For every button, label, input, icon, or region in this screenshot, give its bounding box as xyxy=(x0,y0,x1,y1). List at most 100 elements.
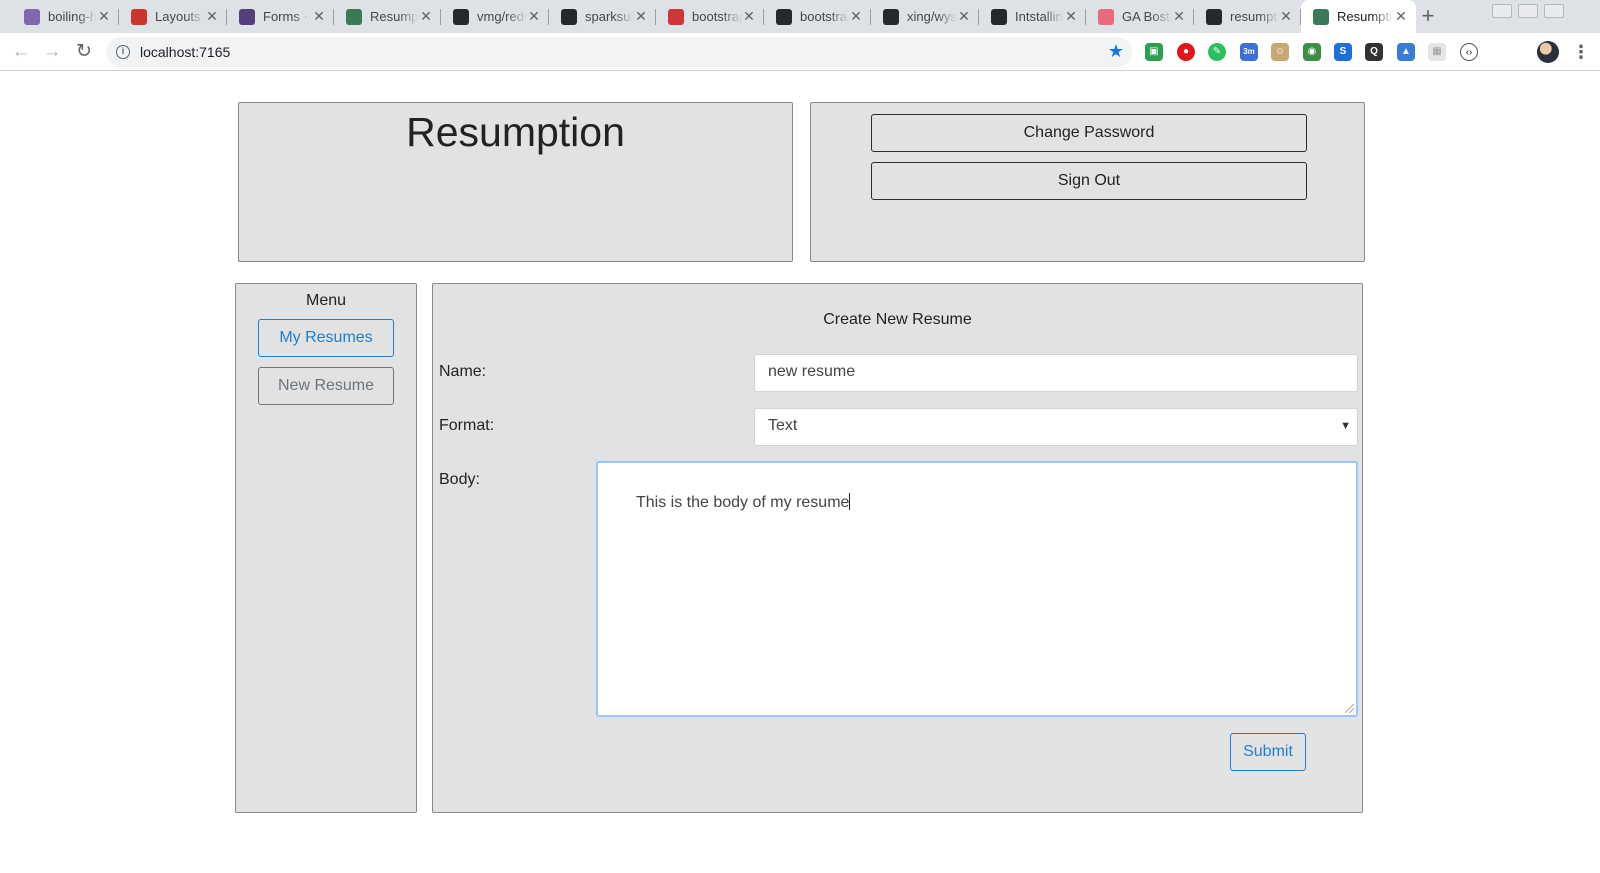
browser-tab-label: xing/wysihtml5 xyxy=(907,9,957,24)
body-label: Body: xyxy=(439,471,480,488)
new-resume-button[interactable]: New Resume xyxy=(258,367,394,405)
heroku-icon xyxy=(24,8,40,25)
browser-toolbar: ← → ↻ i localhost:7165 ★ ▣ ● ✎ 3m ☺ ◉ S … xyxy=(0,33,1600,71)
browser-tab[interactable]: bootstrap ✕ xyxy=(764,0,871,33)
form-title: Create New Resume xyxy=(823,311,972,328)
evernote-icon[interactable]: ✎ xyxy=(1208,43,1226,61)
browser-tab[interactable]: xing/wysihtml5✕ xyxy=(871,0,979,33)
adblock-icon[interactable]: ● xyxy=(1177,43,1195,61)
browser-tab[interactable]: Layouts ✕ xyxy=(119,0,227,33)
browser-tab-label: bootstrap xyxy=(800,9,849,24)
name-label: Name: xyxy=(439,363,487,380)
browser-tab-label: vmg/redcarpet xyxy=(477,9,527,24)
change-password-button[interactable]: Change Password xyxy=(871,114,1307,152)
bookmark-star-icon[interactable]: ★ xyxy=(1108,41,1124,62)
resume-body-textarea[interactable]: This is the body of my resume xyxy=(596,461,1358,717)
bootstrap-icon xyxy=(239,8,255,25)
npm-icon xyxy=(668,8,684,25)
extension-face-icon[interactable]: ☺ xyxy=(1271,43,1289,61)
minimize-window-button[interactable] xyxy=(1492,4,1512,18)
text-cursor xyxy=(849,493,851,510)
github-icon xyxy=(561,8,577,25)
browser-tab[interactable]: Resumption✕ xyxy=(334,0,441,33)
page-title: Resumption xyxy=(406,109,625,155)
ga-icon xyxy=(1098,8,1114,25)
sign-out-button[interactable]: Sign Out xyxy=(871,162,1307,200)
site-info-icon[interactable]: i xyxy=(116,45,130,59)
my-resumes-button[interactable]: My Resumes xyxy=(258,319,394,357)
extension-code-icon[interactable]: ‹› xyxy=(1460,43,1478,61)
forward-arrow-icon[interactable]: → xyxy=(40,40,64,64)
close-tab-icon[interactable]: ✕ xyxy=(419,8,433,25)
github-icon xyxy=(453,8,469,25)
browser-tab[interactable]: GA Boston✕ xyxy=(1086,0,1194,33)
browser-tab-label: Resumption xyxy=(1337,9,1394,24)
tab-strip: boiling-h✕Layouts✕Forms · B✕Resumption✕v… xyxy=(0,0,1600,33)
browser-tab-label: Layouts xyxy=(155,9,201,24)
browser-tab[interactable]: sparksuite✕ xyxy=(549,0,656,33)
github-icon xyxy=(991,8,1007,25)
profile-avatar[interactable] xyxy=(1537,41,1559,63)
extension-green-icon[interactable]: ▣ xyxy=(1145,43,1163,61)
maximize-window-button[interactable] xyxy=(1518,4,1538,18)
browser-tab-label: Forms · B xyxy=(263,9,312,24)
menu-panel: Menu My Resumes New Resume xyxy=(235,283,417,813)
close-tab-icon[interactable]: ✕ xyxy=(1394,8,1408,25)
browser-tab-label: Intstalling xyxy=(1015,9,1064,24)
browser-tab[interactable]: bootstrap ✕ xyxy=(656,0,764,33)
new-tab-button[interactable]: + xyxy=(1416,4,1440,28)
dropdown-caret-icon: ▼ xyxy=(1340,420,1351,432)
browser-tab-label: resumption xyxy=(1230,9,1279,24)
close-tab-icon[interactable]: ✕ xyxy=(957,8,971,25)
resumption-icon xyxy=(1313,8,1329,25)
browser-tab-label: GA Boston xyxy=(1122,9,1172,24)
resume-name-value: new resume xyxy=(768,363,856,380)
rails-icon xyxy=(131,8,147,25)
reload-icon[interactable]: ↻ xyxy=(72,40,96,64)
browser-tab-label: Resumption xyxy=(370,9,419,24)
browser-tab[interactable]: resumption✕ xyxy=(1194,0,1301,33)
browser-tab-label: boiling-h xyxy=(48,9,97,24)
browser-tab-label: bootstrap xyxy=(692,9,742,24)
extension-q-icon[interactable]: Q xyxy=(1365,43,1383,61)
close-tab-icon[interactable]: ✕ xyxy=(742,8,756,25)
extension-drive-icon[interactable]: ▲ xyxy=(1397,43,1415,61)
address-bar[interactable]: i localhost:7165 ★ xyxy=(106,37,1132,67)
header-title-panel: Resumption xyxy=(238,102,793,262)
format-select[interactable]: Text ▼ xyxy=(754,408,1358,446)
browser-tab[interactable]: boiling-h ✕ xyxy=(12,0,119,33)
close-window-button[interactable] xyxy=(1544,4,1564,18)
resize-handle-icon[interactable] xyxy=(1345,704,1354,713)
close-tab-icon[interactable]: ✕ xyxy=(849,8,863,25)
browser-tab[interactable]: Intstalling✕ xyxy=(979,0,1086,33)
close-tab-icon[interactable]: ✕ xyxy=(312,8,326,25)
submit-button[interactable]: Submit xyxy=(1230,733,1306,771)
resumption-icon xyxy=(346,8,362,25)
extension-camera-icon[interactable]: ◉ xyxy=(1303,43,1321,61)
format-label: Format: xyxy=(439,417,495,434)
browser-tab[interactable]: Resumption✕ xyxy=(1301,0,1416,33)
close-tab-icon[interactable]: ✕ xyxy=(634,8,648,25)
format-selected-value: Text xyxy=(768,417,798,434)
account-panel: Change Password Sign Out xyxy=(810,102,1365,262)
skype-icon[interactable]: S xyxy=(1334,43,1352,61)
resume-name-input[interactable]: new resume xyxy=(754,354,1358,392)
close-tab-icon[interactable]: ✕ xyxy=(1172,8,1186,25)
browser-tab[interactable]: vmg/redcarpet✕ xyxy=(441,0,549,33)
github-icon xyxy=(776,8,792,25)
close-tab-icon[interactable]: ✕ xyxy=(527,8,541,25)
browser-tab-label: sparksuite xyxy=(585,9,634,24)
back-arrow-icon[interactable]: ← xyxy=(9,40,33,64)
github-icon xyxy=(883,8,899,25)
extension-grid-icon[interactable]: ▦ xyxy=(1428,43,1446,61)
extension-badge: 3m xyxy=(1243,47,1255,56)
browser-tab[interactable]: Forms · B✕ xyxy=(227,0,334,33)
close-tab-icon[interactable]: ✕ xyxy=(1064,8,1078,25)
close-tab-icon[interactable]: ✕ xyxy=(1279,8,1293,25)
menu-title: Menu xyxy=(305,292,347,309)
browser-menu-icon[interactable]: ⋮ xyxy=(1572,41,1590,63)
close-tab-icon[interactable]: ✕ xyxy=(205,8,219,25)
calendar-extension-icon[interactable]: 3m xyxy=(1240,43,1258,61)
resume-body-value: This is the body of my resume xyxy=(636,494,850,511)
close-tab-icon[interactable]: ✕ xyxy=(97,8,111,25)
